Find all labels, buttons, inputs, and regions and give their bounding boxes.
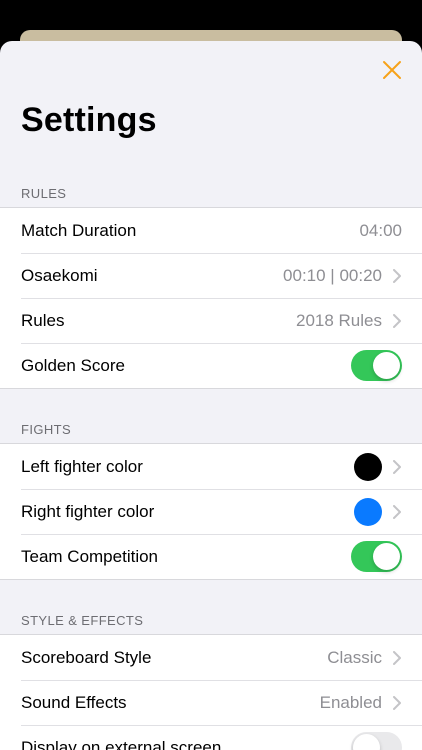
row-label: Left fighter color: [21, 456, 143, 476]
external-screen-toggle[interactable]: [351, 732, 402, 750]
chevron-right-icon: [392, 268, 402, 284]
row-rules[interactable]: Rules 2018 Rules: [0, 298, 422, 343]
row-external-screen: Display on external screen: [0, 725, 422, 750]
section-header-rules: RULES: [21, 186, 67, 201]
fights-group: Left fighter color Right fighter color T…: [0, 443, 422, 580]
row-value: 04:00: [359, 220, 402, 240]
toggle-knob: [373, 352, 400, 379]
left-fighter-swatch: [354, 452, 382, 481]
right-fighter-swatch: [354, 497, 382, 526]
row-label: Golden Score: [21, 355, 125, 375]
chevron-right-icon: [392, 504, 402, 520]
chevron-right-icon: [392, 650, 402, 666]
close-icon: [383, 61, 401, 79]
rules-group: Match Duration 04:00 Osaekomi 00:10 | 00…: [0, 207, 422, 389]
row-label: Osaekomi: [21, 265, 98, 285]
row-left-fighter-color[interactable]: Left fighter color: [0, 444, 422, 489]
row-label: Match Duration: [21, 220, 137, 240]
row-label: Rules: [21, 310, 65, 330]
page-title: Settings: [21, 101, 157, 139]
row-label: Team Competition: [21, 546, 159, 566]
section-header-style: STYLE & EFFECTS: [21, 613, 144, 628]
row-value: 2018 Rules: [295, 310, 382, 330]
row-team-competition: Team Competition: [0, 534, 422, 579]
row-value: Classic: [327, 647, 382, 667]
team-competition-toggle[interactable]: [351, 541, 402, 572]
row-right-fighter-color[interactable]: Right fighter color: [0, 489, 422, 534]
row-value: Enabled: [319, 692, 382, 712]
row-scoreboard-style[interactable]: Scoreboard Style Classic: [0, 635, 422, 680]
toggle-knob: [353, 734, 380, 750]
settings-sheet: Settings RULES Match Duration 04:00 Osae…: [0, 41, 422, 750]
row-label: Display on external screen: [21, 737, 222, 750]
row-osaekomi[interactable]: Osaekomi 00:10 | 00:20: [0, 253, 422, 298]
row-label: Sound Effects: [21, 692, 127, 712]
row-label: Right fighter color: [21, 501, 155, 521]
row-value: 00:10 | 00:20: [283, 265, 382, 285]
row-label: Scoreboard Style: [21, 647, 152, 667]
chevron-right-icon: [392, 459, 402, 475]
row-golden-score: Golden Score: [0, 343, 422, 388]
chevron-right-icon: [392, 313, 402, 329]
golden-score-toggle[interactable]: [351, 350, 402, 381]
close-button[interactable]: [380, 58, 404, 82]
toggle-knob: [373, 543, 400, 570]
row-match-duration[interactable]: Match Duration 04:00: [0, 208, 422, 253]
section-header-fights: FIGHTS: [21, 422, 72, 437]
row-sound-effects[interactable]: Sound Effects Enabled: [0, 680, 422, 725]
chevron-right-icon: [392, 695, 402, 711]
style-group: Scoreboard Style Classic Sound Effects E…: [0, 634, 422, 750]
